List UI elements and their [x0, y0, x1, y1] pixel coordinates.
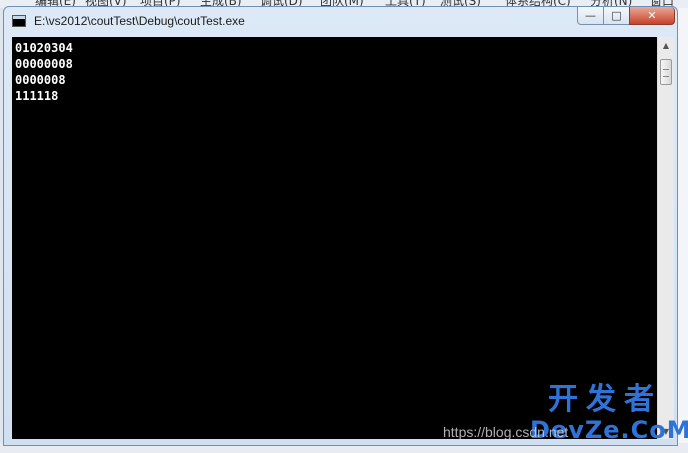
- console-line: 01020304: [15, 41, 73, 55]
- caption-buttons: — □ ✕: [577, 7, 675, 27]
- maximize-button[interactable]: □: [603, 7, 630, 25]
- scroll-up-arrow-icon[interactable]: ▲: [658, 37, 674, 53]
- watermark-url: https://blog.csdn.net: [443, 424, 569, 440]
- vertical-scrollbar[interactable]: ▲ ▼: [657, 37, 674, 439]
- console-app-icon[interactable]: [12, 15, 26, 27]
- scroll-thumb[interactable]: [660, 59, 672, 85]
- console-window: E:\vs2012\coutTest\Debug\coutTest.exe — …: [3, 6, 678, 446]
- close-button[interactable]: ✕: [629, 7, 675, 25]
- window-titlebar[interactable]: E:\vs2012\coutTest\Debug\coutTest.exe — …: [4, 7, 677, 37]
- watermark-brand-cn: 开发者: [548, 382, 662, 417]
- console-line: 0000008: [15, 73, 66, 87]
- window-title: E:\vs2012\coutTest\Debug\coutTest.exe: [34, 14, 245, 28]
- console-line: 00000008: [15, 57, 73, 71]
- console-line: 111118: [15, 89, 59, 103]
- minimize-button[interactable]: —: [577, 7, 604, 25]
- console-output: 01020304 00000008 0000008 111118: [15, 40, 73, 104]
- console-output-area[interactable]: 01020304 00000008 0000008 111118: [12, 37, 657, 439]
